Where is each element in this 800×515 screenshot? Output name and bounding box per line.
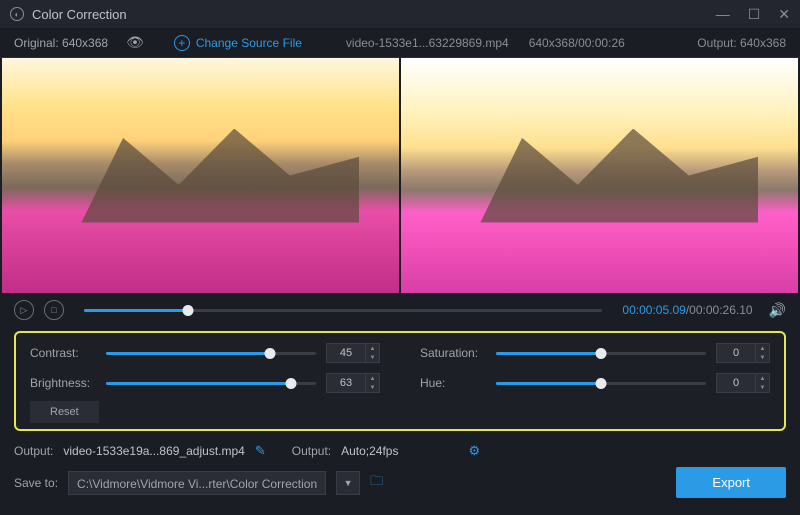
color-controls-panel: Contrast: 45▲▼ Saturation: 0▲▼ Brightnes… — [14, 331, 786, 431]
time-duration: /00:00:26.10 — [686, 303, 753, 317]
brightness-value-input[interactable]: 63▲▼ — [326, 373, 380, 393]
save-to-label: Save to: — [14, 476, 58, 490]
hue-label: Hue: — [420, 376, 486, 390]
spin-up-icon[interactable]: ▲ — [756, 344, 769, 353]
close-button[interactable]: ✕ — [778, 6, 790, 23]
change-source-button[interactable]: + Change Source File — [174, 35, 302, 51]
preview-row — [0, 58, 800, 293]
hue-value-input[interactable]: 0▲▼ — [716, 373, 770, 393]
time-current: 00:00:05.09 — [622, 303, 685, 317]
app-logo-icon: ◐ — [10, 7, 24, 21]
save-path-input[interactable]: C:\Vidmore\Vidmore Vi...rter\Color Corre… — [68, 471, 326, 495]
source-meta: 640x368/00:00:26 — [529, 36, 625, 50]
hue-control: Hue: 0▲▼ — [420, 373, 770, 393]
window-title: Color Correction — [32, 7, 127, 22]
preview-output — [401, 58, 798, 293]
reset-button[interactable]: Reset — [30, 401, 99, 423]
transport-bar: ▷ □ 00:00:05.09/00:00:26.10 🔊 — [0, 293, 800, 327]
edit-filename-icon[interactable]: ✎ — [255, 443, 266, 459]
hue-slider[interactable] — [496, 382, 706, 385]
contrast-slider[interactable] — [106, 352, 316, 355]
spin-up-icon[interactable]: ▲ — [366, 344, 379, 353]
minimize-button[interactable]: — — [716, 6, 730, 23]
change-source-label: Change Source File — [196, 36, 302, 50]
eye-icon[interactable]: 👁 — [126, 34, 144, 51]
output-filename: video-1533e19a...869_adjust.mp4 — [63, 444, 244, 458]
timeline-slider[interactable] — [84, 309, 602, 312]
spin-up-icon[interactable]: ▲ — [366, 374, 379, 383]
contrast-value-input[interactable]: 45▲▼ — [326, 343, 380, 363]
play-button[interactable]: ▷ — [14, 300, 34, 320]
spin-down-icon[interactable]: ▼ — [366, 353, 379, 362]
saturation-value-input[interactable]: 0▲▼ — [716, 343, 770, 363]
preview-original — [2, 58, 399, 293]
volume-icon[interactable]: 🔊 — [769, 302, 786, 319]
plus-circle-icon: + — [174, 35, 190, 51]
spin-down-icon[interactable]: ▼ — [756, 353, 769, 362]
titlebar: ◐ Color Correction — ☐ ✕ — [0, 0, 800, 28]
settings-icon[interactable]: ⚙ — [468, 443, 480, 459]
saturation-label: Saturation: — [420, 346, 486, 360]
open-folder-icon[interactable]: 🗀 — [370, 472, 383, 494]
path-dropdown-button[interactable]: ▼ — [336, 471, 360, 495]
output-row: Output: video-1533e19a...869_adjust.mp4 … — [0, 439, 800, 463]
maximize-button[interactable]: ☐ — [748, 6, 761, 23]
brightness-slider[interactable] — [106, 382, 316, 385]
output-dimensions-label: Output: 640x368 — [697, 36, 786, 50]
spin-down-icon[interactable]: ▼ — [756, 383, 769, 392]
stop-button[interactable]: □ — [44, 300, 64, 320]
output-filename-label: Output: — [14, 444, 53, 458]
brightness-label: Brightness: — [30, 376, 96, 390]
spin-up-icon[interactable]: ▲ — [756, 374, 769, 383]
saturation-slider[interactable] — [496, 352, 706, 355]
contrast-control: Contrast: 45▲▼ — [30, 343, 380, 363]
brightness-control: Brightness: 63▲▼ — [30, 373, 380, 393]
saturation-control: Saturation: 0▲▼ — [420, 343, 770, 363]
save-row: Save to: C:\Vidmore\Vidmore Vi...rter\Co… — [0, 463, 800, 506]
export-button[interactable]: Export — [676, 467, 786, 498]
output-format: Auto;24fps — [341, 444, 398, 458]
output-format-label: Output: — [292, 444, 331, 458]
contrast-label: Contrast: — [30, 346, 96, 360]
info-bar: Original: 640x368 👁 + Change Source File… — [0, 28, 800, 58]
source-filename: video-1533e1...63229869.mp4 — [346, 36, 509, 50]
original-dimensions-label: Original: 640x368 — [14, 36, 108, 50]
spin-down-icon[interactable]: ▼ — [366, 383, 379, 392]
